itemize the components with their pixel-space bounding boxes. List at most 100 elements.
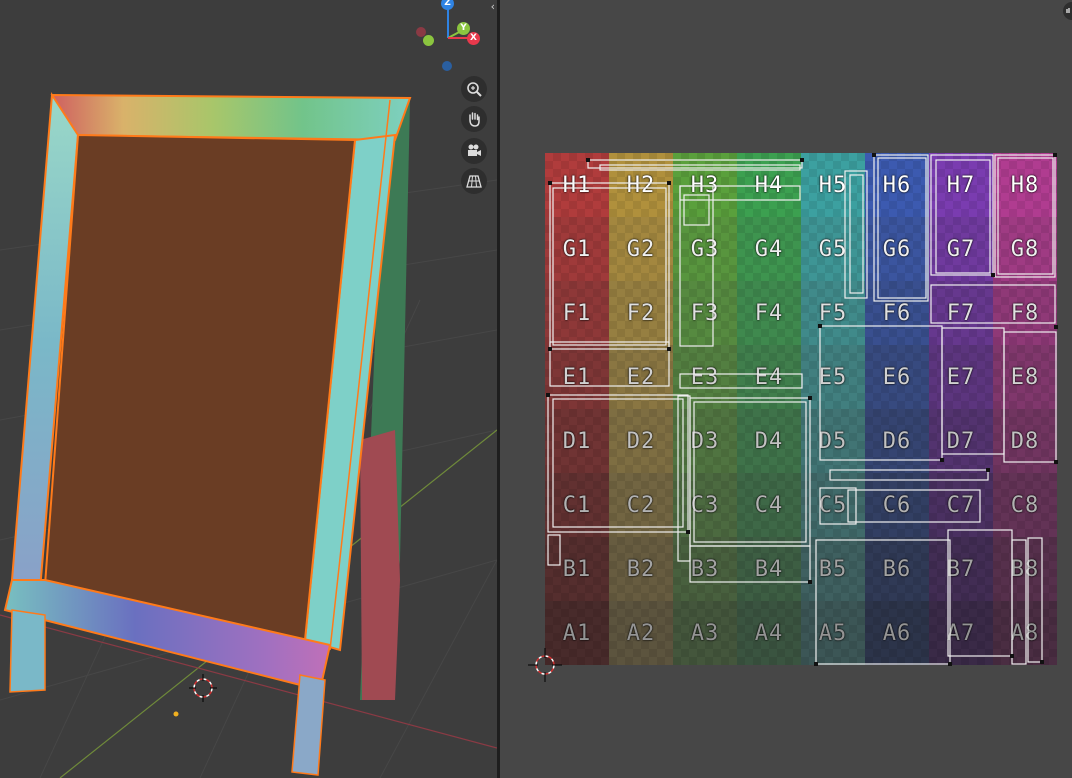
uv-grid-cell: H2 — [609, 153, 673, 217]
uv-grid-cell: A4 — [737, 601, 801, 665]
uv-grid-cell: C5 — [801, 473, 865, 537]
uv-grid-cell: C1 — [545, 473, 609, 537]
uv-grid-cell-label: F4 — [754, 300, 784, 326]
uv-grid-cell-label: B1 — [562, 556, 592, 582]
uv-grid-cell: A7 — [929, 601, 993, 665]
uv-grid-cell-label: H4 — [754, 172, 784, 198]
uv-grid-cell-label: E6 — [882, 364, 912, 390]
uv-grid-cell: G3 — [673, 217, 737, 281]
uv-grid-cell: G4 — [737, 217, 801, 281]
camera-view-button[interactable] — [461, 138, 487, 164]
uv-grid-cell: D8 — [993, 409, 1057, 473]
gizmo-neg-y-axis[interactable] — [423, 35, 434, 46]
uv-grid-cell: D5 — [801, 409, 865, 473]
uv-grid-cell-label: A7 — [946, 620, 976, 646]
uv-grid-cell-label: G8 — [1010, 236, 1040, 262]
gizmo-x-axis[interactable]: X — [467, 32, 480, 45]
uv-grid-cell: F5 — [801, 281, 865, 345]
uv-grid-cell: E6 — [865, 345, 929, 409]
back-frame-side — [360, 430, 400, 700]
uv-grid-cell-label: F3 — [690, 300, 720, 326]
uv-grid-cell-label: H1 — [562, 172, 592, 198]
uv-grid-cell: E1 — [545, 345, 609, 409]
uv-grid-cell: E7 — [929, 345, 993, 409]
uv-grid-cell-label: B4 — [754, 556, 784, 582]
uv-grid-cell-label: C7 — [946, 492, 976, 518]
uv-grid-cell-label: G6 — [882, 236, 912, 262]
uv-grid-cell: D6 — [865, 409, 929, 473]
uv-grid-cell-label: H6 — [882, 172, 912, 198]
uv-grid-cell: D2 — [609, 409, 673, 473]
uv-grid-cell: A1 — [545, 601, 609, 665]
uv-grid-cell-label: G7 — [946, 236, 976, 262]
uv-grid-cell: B6 — [865, 537, 929, 601]
uv-grid-cell: B2 — [609, 537, 673, 601]
uv-grid-cell-label: G2 — [626, 236, 656, 262]
viewport-scene — [0, 92, 497, 778]
uv-grid-cell: G6 — [865, 217, 929, 281]
uv-grid-cell: C4 — [737, 473, 801, 537]
perspective-toggle-button[interactable] — [461, 168, 487, 194]
perspective-grid-icon — [466, 175, 482, 188]
uv-grid-cell-label: C6 — [882, 492, 912, 518]
collapse-arrow-icon[interactable]: ‹ — [491, 0, 495, 13]
3d-viewport[interactable]: Z Y X ‹ — [0, 0, 497, 778]
uv-grid-cell-label: F2 — [626, 300, 656, 326]
uv-grid-cell: H6 — [865, 153, 929, 217]
uv-grid-cell: A6 — [865, 601, 929, 665]
zoom-button[interactable] — [461, 76, 487, 102]
pan-button[interactable] — [461, 106, 487, 132]
3d-cursor-icon — [189, 674, 217, 702]
uv-grid-cell: A8 — [993, 601, 1057, 665]
uv-grid-cell-label: D4 — [754, 428, 784, 454]
uv-grid-cell: F6 — [865, 281, 929, 345]
uv-grid-cell-label: H7 — [946, 172, 976, 198]
uv-grid-cell-label: F6 — [882, 300, 912, 326]
uv-grid-cell-label: E5 — [818, 364, 848, 390]
uv-grid-cell-label: F5 — [818, 300, 848, 326]
uv-grid-cell-label: E1 — [562, 364, 592, 390]
uv-grid-cell-label: H8 — [1010, 172, 1040, 198]
uv-grid-cell: B4 — [737, 537, 801, 601]
uv-grid-cell-label: D7 — [946, 428, 976, 454]
gizmo-z-axis[interactable]: Z — [441, 0, 454, 10]
uv-grid-cell-label: D1 — [562, 428, 592, 454]
uv-grid-cell-label: A6 — [882, 620, 912, 646]
uv-grid-cell-label: E3 — [690, 364, 720, 390]
uv-grid-cell: E3 — [673, 345, 737, 409]
frame-left-foot — [9, 609, 46, 693]
uv-grid-cell-label: B5 — [818, 556, 848, 582]
uv-grid-cell: H8 — [993, 153, 1057, 217]
uv-grid-cell-label: A3 — [690, 620, 720, 646]
frame-top-bar — [50, 93, 412, 142]
uv-grid-cell: H7 — [929, 153, 993, 217]
uv-grid-cell: D3 — [673, 409, 737, 473]
frame-right-foot — [291, 674, 326, 776]
uv-grid-cell-label: C2 — [626, 492, 656, 518]
uv-grid-cell: G5 — [801, 217, 865, 281]
uv-grid-cell-label: H5 — [818, 172, 848, 198]
uv-grid-cell-label: G5 — [818, 236, 848, 262]
uv-grid-cell: C2 — [609, 473, 673, 537]
hand-icon[interactable] — [1054, 0, 1072, 22]
uv-grid-cell-label: B6 — [882, 556, 912, 582]
uv-grid-cell: A2 — [609, 601, 673, 665]
uv-grid-cell-label: E2 — [626, 364, 656, 390]
uv-grid-cell: E8 — [993, 345, 1057, 409]
uv-grid-cell: G8 — [993, 217, 1057, 281]
uv-grid-cell-label: F7 — [946, 300, 976, 326]
uv-grid-cell: D4 — [737, 409, 801, 473]
uv-grid-cell-label: C3 — [690, 492, 720, 518]
uv-grid-cell-label: A2 — [626, 620, 656, 646]
uv-grid-cell-label: G1 — [562, 236, 592, 262]
uv-grid-cell: B3 — [673, 537, 737, 601]
uv-grid-cell-label: D3 — [690, 428, 720, 454]
uv-grid-cell-label: A8 — [1010, 620, 1040, 646]
camera-icon — [468, 144, 481, 156]
uv-grid-cell: A3 — [673, 601, 737, 665]
uv-grid-cell: F1 — [545, 281, 609, 345]
uv-grid-cell: B1 — [545, 537, 609, 601]
uv-grid-texture: H1 H2 H3 H4 H5 H6 H7 H8 G1 G2 G3 G4 G5 G6 G7 G8 F1 F2 F3 F4… — [545, 153, 1057, 665]
uv-grid-cell-label: B7 — [946, 556, 976, 582]
uv-grid-cell: D1 — [545, 409, 609, 473]
